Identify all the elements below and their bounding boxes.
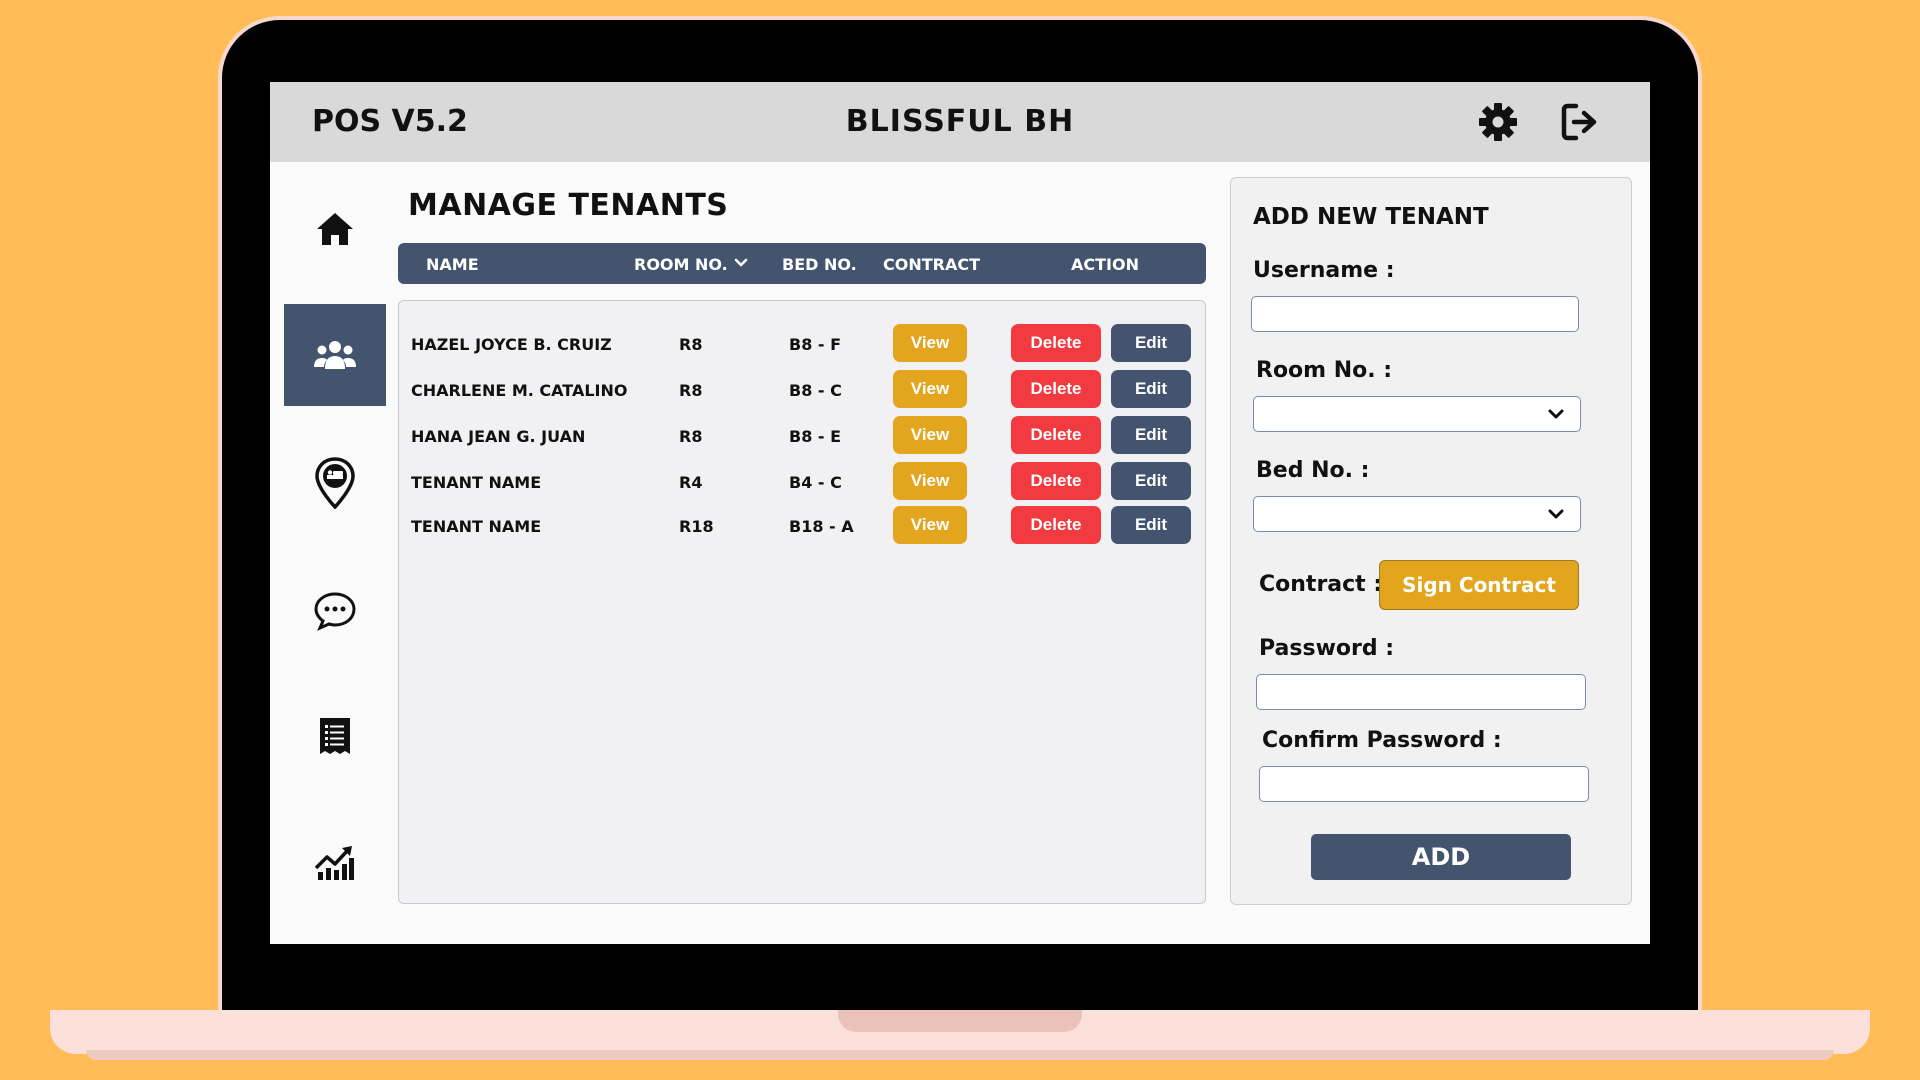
delete-button[interactable]: Delete	[1011, 416, 1101, 454]
delete-button[interactable]: Delete	[1011, 370, 1101, 408]
chevron-down-icon[interactable]	[734, 258, 748, 268]
tenant-name: TENANT NAME	[411, 517, 542, 536]
column-name: NAME	[426, 255, 479, 274]
gear-icon[interactable]	[1476, 100, 1520, 144]
tenant-room: R8	[679, 335, 703, 354]
sign-contract-button[interactable]: Sign Contract	[1379, 560, 1579, 610]
username-field[interactable]	[1251, 296, 1579, 332]
tenant-name: HAZEL JOYCE B. CRUIZ	[411, 335, 612, 354]
password-field[interactable]	[1256, 674, 1586, 710]
view-contract-button[interactable]: View	[893, 416, 967, 454]
contract-label: Contract :	[1259, 572, 1383, 597]
bed-location-icon	[315, 457, 355, 509]
column-contract: CONTRACT	[883, 255, 981, 274]
home-icon	[317, 213, 353, 245]
view-contract-button[interactable]: View	[893, 370, 967, 408]
chat-icon	[314, 592, 356, 631]
view-contract-button[interactable]: View	[893, 506, 967, 544]
confirm-password-field[interactable]	[1259, 766, 1589, 802]
delete-button[interactable]: Delete	[1011, 324, 1101, 362]
bed-label: Bed No. :	[1256, 458, 1370, 483]
nav-messages[interactable]	[284, 560, 386, 662]
tenant-bed: B8 - F	[789, 335, 842, 354]
tenant-bed: B4 - C	[789, 473, 842, 492]
column-room[interactable]: ROOM NO.	[634, 255, 728, 274]
room-select[interactable]	[1253, 396, 1581, 432]
column-action: ACTION	[1071, 255, 1139, 274]
column-bed: BED NO.	[782, 255, 857, 274]
chevron-down-icon	[1548, 509, 1564, 519]
add-tenant-form: ADD NEW TENANT Username : Room No. : Bed…	[1230, 177, 1632, 905]
username-label: Username :	[1253, 258, 1395, 283]
top-bar: POS V5.2 BLISSFUL BH	[270, 82, 1650, 162]
table-row: TENANT NAME R4 B4 - C View Delete Edit	[399, 462, 1205, 502]
table-row: HANA JEAN G. JUAN R8 B8 - E View Delete …	[399, 416, 1205, 456]
table-header: NAME ROOM NO. BED NO. CONTRACT ACTION	[398, 243, 1206, 284]
tenant-bed: B18 - A	[789, 517, 854, 536]
edit-button[interactable]: Edit	[1111, 370, 1191, 408]
tenant-room: R8	[679, 381, 703, 400]
nav-rooms[interactable]	[284, 432, 386, 534]
table-row: CHARLENE M. CATALINO R8 B8 - C View Dele…	[399, 370, 1205, 410]
delete-button[interactable]: Delete	[1011, 462, 1101, 500]
table-row: HAZEL JOYCE B. CRUIZ R8 B8 - F View Dele…	[399, 324, 1205, 364]
bed-select[interactable]	[1253, 496, 1581, 532]
tenant-name: HANA JEAN G. JUAN	[411, 427, 586, 446]
logout-icon[interactable]	[1558, 100, 1602, 144]
chevron-down-icon	[1548, 409, 1564, 419]
laptop-base-shadow	[86, 1050, 1834, 1060]
form-title: ADD NEW TENANT	[1253, 204, 1489, 230]
tenant-room: R4	[679, 473, 703, 492]
edit-button[interactable]: Edit	[1111, 324, 1191, 362]
nav-tenants[interactable]	[284, 304, 386, 406]
tenant-bed: B8 - E	[789, 427, 842, 446]
table-row: TENANT NAME R18 B18 - A View Delete Edit	[399, 506, 1205, 546]
page-title: MANAGE TENANTS	[408, 188, 729, 223]
view-contract-button[interactable]: View	[893, 462, 967, 500]
password-label: Password :	[1259, 636, 1395, 661]
edit-button[interactable]: Edit	[1111, 416, 1191, 454]
receipt-icon	[320, 718, 350, 754]
room-label: Room No. :	[1256, 358, 1393, 383]
delete-button[interactable]: Delete	[1011, 506, 1101, 544]
users-icon	[314, 341, 356, 369]
nav-home[interactable]	[284, 178, 386, 280]
tenant-name: TENANT NAME	[411, 473, 542, 492]
laptop-notch	[838, 1010, 1082, 1032]
tenant-name: CHARLENE M. CATALINO	[411, 381, 628, 400]
tenant-room: R18	[679, 517, 714, 536]
tenant-list: HAZEL JOYCE B. CRUIZ R8 B8 - F View Dele…	[398, 300, 1206, 904]
app-screen: POS V5.2 BLISSFUL BH MANAGE TENANTS NAME…	[270, 82, 1650, 944]
edit-button[interactable]: Edit	[1111, 462, 1191, 500]
brand-title: BLISSFUL BH	[845, 104, 1075, 139]
confirm-password-label: Confirm Password :	[1262, 728, 1502, 753]
view-contract-button[interactable]: View	[893, 324, 967, 362]
add-button[interactable]: ADD	[1311, 834, 1571, 880]
edit-button[interactable]: Edit	[1111, 506, 1191, 544]
tenant-bed: B8 - C	[789, 381, 842, 400]
tenant-room: R8	[679, 427, 703, 446]
nav-analytics[interactable]	[284, 812, 386, 914]
nav-reports[interactable]	[284, 686, 386, 788]
chart-icon	[314, 846, 354, 880]
